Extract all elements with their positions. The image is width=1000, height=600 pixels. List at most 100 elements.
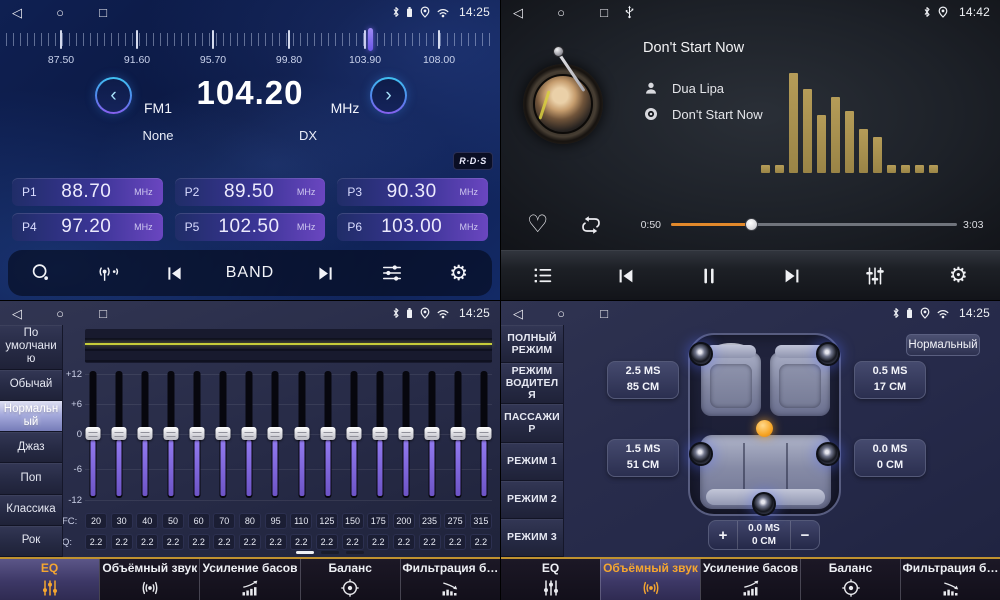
eq-handle-10[interactable] [346,427,361,440]
nav-recents-icon[interactable]: □ [96,307,110,320]
eq-band-1[interactable] [111,369,127,506]
settings-button[interactable]: ⚙ [931,257,985,295]
preset-5[interactable]: P5 102.50 MHz [175,213,326,241]
eq-band-4[interactable] [189,369,205,506]
sound-tab-1[interactable]: Объёмный звук [600,559,700,600]
eq-preset-3[interactable]: Джаз [0,432,62,463]
sound-tab-2[interactable]: Усиление басов [199,559,299,600]
nav-home-icon[interactable]: ○ [554,307,568,320]
eq-band-12[interactable] [398,369,414,506]
eq-band-3[interactable] [163,369,179,506]
nav-back-icon[interactable]: ◁ [10,307,24,320]
rds-seek-button[interactable] [82,255,134,291]
pause-button[interactable] [682,257,736,295]
eq-handle-7[interactable] [268,427,283,440]
band-button[interactable]: BAND [215,255,285,291]
preset-6[interactable]: P6 103.00 MHz [337,213,488,241]
eq-band-15[interactable] [476,369,492,506]
eq-handle-12[interactable] [398,427,413,440]
sound-tab-0[interactable]: EQ [501,559,600,600]
eq-band-2[interactable] [137,369,153,506]
eq-handle-9[interactable] [320,427,335,440]
eq-handle-13[interactable] [424,427,439,440]
delay-decrease-button[interactable]: − [791,521,819,549]
eq-band-6[interactable] [241,369,257,506]
surround-mode-0[interactable]: ПОЛНЫЙ РЕЖИМ [501,325,563,363]
nav-back-icon[interactable]: ◁ [511,307,525,320]
eq-preset-4[interactable]: Поп [0,463,62,494]
eq-band-0[interactable] [85,369,101,506]
eq-handle-1[interactable] [112,427,127,440]
sound-tab-1[interactable]: Объёмный звук [99,559,199,600]
nav-home-icon[interactable]: ○ [53,6,67,19]
progress-bar[interactable] [671,223,957,226]
tuning-scale[interactable]: 87.50 91.60 95.70 99.80 103.90 108.00 [0,27,500,69]
eq-handle-2[interactable] [138,427,153,440]
eq-handle-5[interactable] [216,427,231,440]
progress-knob[interactable] [745,218,758,231]
repeat-button[interactable] [579,213,603,242]
delay-rear-right[interactable]: 0.0 MS 0 CM [854,439,926,477]
eq-band-8[interactable] [294,369,310,506]
preset-4[interactable]: P4 97.20 MHz [12,213,163,241]
tune-up-button[interactable]: › [370,77,407,114]
eq-handle-8[interactable] [294,427,309,440]
eq-handle-14[interactable] [450,427,465,440]
surround-mode-5[interactable]: РЕЖИМ 3 [501,519,563,557]
delay-increase-button[interactable]: + [709,521,737,549]
favorite-button[interactable]: ♡ [527,210,549,239]
preset-2[interactable]: P2 89.50 MHz [175,178,326,206]
sound-tab-4[interactable]: Фильтрация басов [900,559,1000,600]
nav-recents-icon[interactable]: □ [597,307,611,320]
seek-down-button[interactable] [148,255,200,291]
preset-3[interactable]: P3 90.30 MHz [337,178,488,206]
eq-band-9[interactable] [320,369,336,506]
nav-home-icon[interactable]: ○ [53,307,67,320]
eq-handle-0[interactable] [86,427,101,440]
nav-recents-icon[interactable]: □ [96,6,110,19]
eq-band-5[interactable] [215,369,231,506]
equalizer-button[interactable] [848,257,902,295]
eq-handle-6[interactable] [242,427,257,440]
previous-track-button[interactable] [599,257,653,295]
sound-tab-3[interactable]: Баланс [800,559,900,600]
surround-mode-3[interactable]: РЕЖИМ 1 [501,443,563,481]
eq-preset-2[interactable]: Нормальный [0,401,62,432]
eq-band-7[interactable] [267,369,283,506]
eq-preset-1[interactable]: Обычай [0,370,62,401]
eq-handle-11[interactable] [372,427,387,440]
surround-mode-1[interactable]: РЕЖИМ ВОДИТЕЛЯ [501,363,563,404]
eq-band-11[interactable] [372,369,388,506]
eq-handle-3[interactable] [164,427,179,440]
settings-button[interactable]: ⚙ [433,255,485,291]
surround-mode-2[interactable]: ПАССАЖИР [501,404,563,442]
eq-preset-0[interactable]: По умолчанию [0,325,62,370]
nav-back-icon[interactable]: ◁ [511,6,525,19]
audio-settings-button[interactable] [366,255,418,291]
seek-up-button[interactable] [300,255,352,291]
eq-preset-5[interactable]: Классика [0,495,62,526]
sound-tab-0[interactable]: EQ [0,559,99,600]
playlist-button[interactable] [516,257,570,295]
delay-rear-left[interactable]: 1.5 MS 51 CM [607,439,679,477]
delay-front-left[interactable]: 2.5 MS 85 CM [607,361,679,399]
nav-home-icon[interactable]: ○ [554,6,568,19]
delay-front-right[interactable]: 0.5 MS 17 CM [854,361,926,399]
sound-profile-button[interactable]: Нормальный [906,334,980,356]
eq-preset-6[interactable]: Рок [0,526,62,557]
eq-band-13[interactable] [424,369,440,506]
eq-band-14[interactable] [450,369,466,506]
tuning-needle[interactable] [368,28,373,51]
eq-handle-4[interactable] [190,427,205,440]
nav-back-icon[interactable]: ◁ [10,6,24,19]
listening-position-dot[interactable] [756,420,773,437]
sound-tab-2[interactable]: Усиление басов [700,559,800,600]
surround-mode-4[interactable]: РЕЖИМ 2 [501,481,563,519]
sound-tab-4[interactable]: Фильтрация басов [400,559,500,600]
eq-band-10[interactable] [346,369,362,506]
next-track-button[interactable] [765,257,819,295]
preset-1[interactable]: P1 88.70 MHz [12,178,163,206]
sound-tab-3[interactable]: Баланс [300,559,400,600]
nav-recents-icon[interactable]: □ [597,6,611,19]
scan-button[interactable] [15,255,67,291]
